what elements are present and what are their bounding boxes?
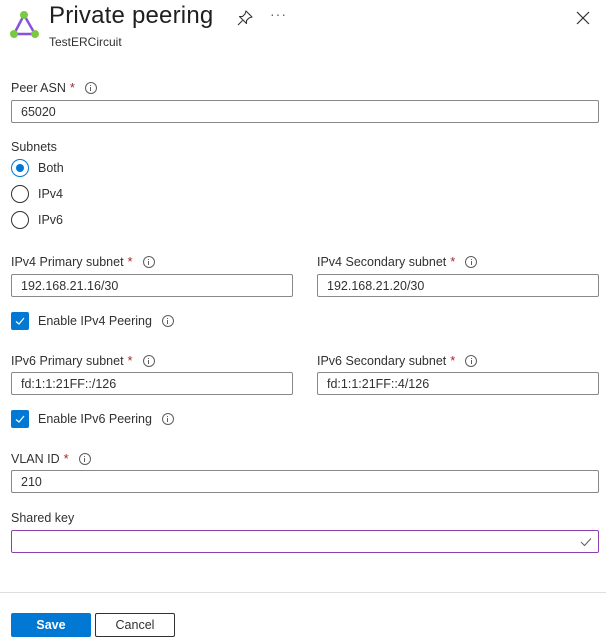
footer-divider	[0, 592, 606, 593]
pin-icon[interactable]	[236, 9, 254, 27]
subnets-label: Subnets	[11, 140, 57, 154]
info-icon[interactable]	[465, 354, 478, 367]
checkmark-icon	[15, 317, 25, 325]
radio-label: IPv4	[38, 187, 64, 201]
checkbox-checked[interactable]	[11, 410, 29, 428]
checkbox-label: Enable IPv4 Peering	[38, 314, 152, 328]
ipv6-secondary-input[interactable]: fd:1:1:21FF::4/126	[317, 372, 599, 395]
ipv4-secondary-label-text: IPv4 Secondary subnet	[317, 254, 447, 269]
peer-asn-input[interactable]: 65020	[11, 100, 599, 123]
close-icon[interactable]	[574, 9, 592, 27]
info-icon[interactable]	[465, 255, 478, 268]
info-icon[interactable]	[161, 315, 174, 327]
ipv6-primary-label: IPv6 Primary subnet *	[11, 353, 155, 368]
radio-label: IPv6	[38, 213, 64, 227]
required-marker: *	[127, 353, 133, 368]
ipv6-primary-input[interactable]: fd:1:1:21FF::/126	[11, 372, 293, 395]
radio-both[interactable]: Both	[11, 159, 64, 177]
expressroute-peering-icon	[10, 11, 39, 38]
radio-ipv6[interactable]: IPv6	[11, 211, 63, 229]
required-marker: *	[69, 80, 75, 95]
blade-header: Private peering TestERCircuit ···	[0, 0, 606, 60]
ipv6-secondary-label: IPv6 Secondary subnet *	[317, 353, 478, 368]
ipv6-secondary-value: fd:1:1:21FF::4/126	[327, 376, 430, 391]
required-marker: *	[63, 451, 69, 466]
info-icon[interactable]	[161, 413, 174, 425]
checkbox-label: Enable IPv6 Peering	[38, 412, 152, 426]
radio-label: Both	[38, 161, 64, 175]
required-marker: *	[450, 353, 456, 368]
vlan-id-label: VLAN ID *	[11, 451, 91, 466]
ipv4-primary-label: IPv4 Primary subnet *	[11, 254, 155, 269]
ipv4-secondary-label: IPv4 Secondary subnet *	[317, 254, 478, 269]
radio-button[interactable]	[11, 211, 29, 229]
radio-button[interactable]	[11, 185, 29, 203]
ipv4-primary-value: 192.168.21.16/30	[21, 278, 119, 293]
page-subtitle: TestERCircuit	[49, 35, 122, 49]
ipv6-primary-value: fd:1:1:21FF::/126	[21, 376, 117, 391]
ipv4-primary-input[interactable]: 192.168.21.16/30	[11, 274, 293, 297]
enable-ipv4-checkbox[interactable]: Enable IPv4 Peering	[11, 312, 174, 330]
peer-asn-value: 65020	[21, 104, 56, 119]
info-icon[interactable]	[78, 452, 91, 465]
info-icon[interactable]	[142, 255, 155, 268]
cancel-button[interactable]: Cancel	[95, 613, 175, 637]
radio-button[interactable]	[11, 159, 29, 177]
enable-ipv6-checkbox[interactable]: Enable IPv6 Peering	[11, 410, 174, 428]
required-marker: *	[450, 254, 456, 269]
radio-ipv4[interactable]: IPv4	[11, 185, 63, 203]
page-title: Private peering	[49, 2, 214, 29]
more-icon[interactable]: ···	[270, 6, 287, 22]
info-icon[interactable]	[84, 81, 97, 94]
ipv6-secondary-label-text: IPv6 Secondary subnet	[317, 353, 447, 368]
shared-key-input[interactable]	[11, 530, 599, 553]
ipv4-primary-label-text: IPv4 Primary subnet	[11, 254, 124, 269]
peer-asn-label-text: Peer ASN	[11, 80, 66, 95]
info-icon[interactable]	[142, 354, 155, 367]
vlan-id-input[interactable]: 210	[11, 470, 599, 493]
required-marker: *	[127, 254, 133, 269]
checkmark-icon	[15, 415, 25, 423]
vlan-id-value: 210	[21, 474, 42, 489]
shared-key-label: Shared key	[11, 511, 75, 525]
vlan-id-label-text: VLAN ID	[11, 451, 60, 466]
ipv6-primary-label-text: IPv6 Primary subnet	[11, 353, 124, 368]
save-button[interactable]: Save	[11, 613, 91, 637]
valid-check-icon	[580, 538, 592, 547]
ipv4-secondary-value: 192.168.21.20/30	[327, 278, 425, 293]
ipv4-secondary-input[interactable]: 192.168.21.20/30	[317, 274, 599, 297]
peer-asn-label: Peer ASN *	[11, 80, 97, 95]
checkbox-checked[interactable]	[11, 312, 29, 330]
